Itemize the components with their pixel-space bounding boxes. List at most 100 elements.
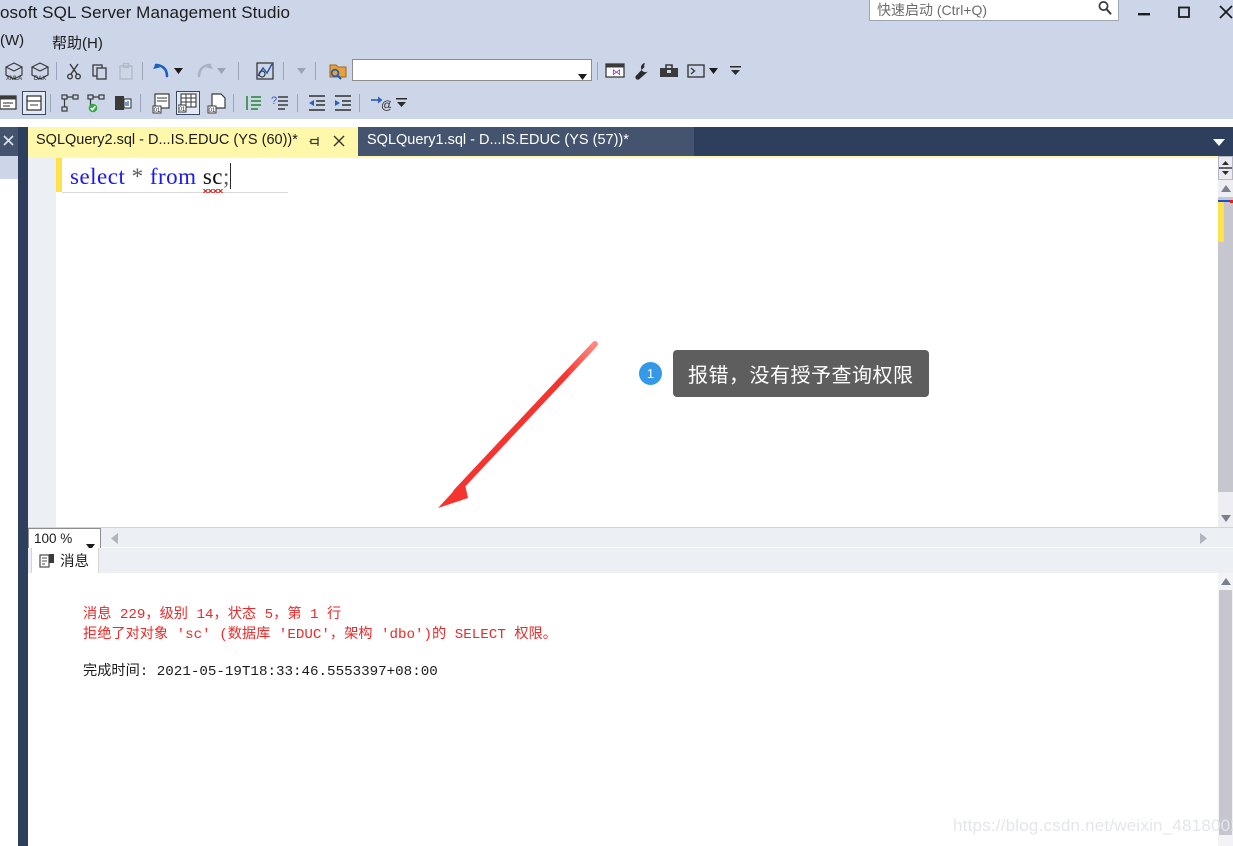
console-icon[interactable] — [684, 59, 708, 83]
zoom-level-value: 100 % — [34, 531, 73, 546]
comment-icon[interactable] — [241, 91, 265, 115]
display-plan-icon[interactable] — [111, 91, 135, 115]
object-explorer-icon[interactable]: ⋈ — [603, 59, 627, 83]
watermark-text: https://blog.csdn.net/weixin_48180029 — [953, 816, 1233, 835]
tab-sqlquery1[interactable]: SQLQuery1.sql - D...IS.EDUC (YS (57))* — [358, 127, 694, 156]
dax-query-icon[interactable]: DAX — [28, 59, 52, 83]
code-line-underline-left — [62, 192, 70, 193]
copy-icon[interactable] — [88, 59, 112, 83]
quick-launch-placeholder: 快速启动 (Ctrl+Q) — [877, 2, 988, 18]
code-line-underline — [70, 192, 288, 193]
results-to-text-icon[interactable] — [0, 91, 21, 115]
paste-icon — [114, 59, 138, 83]
menu-window[interactable]: (W) — [0, 32, 24, 49]
sql-keyword-from: from — [149, 164, 197, 189]
file-results-icon[interactable]: 01 — [205, 91, 229, 115]
svg-text:DAX: DAX — [34, 76, 46, 82]
results-tab-bar — [28, 548, 1233, 573]
maximize-button[interactable] — [1166, 0, 1202, 24]
menu-bar: (W) 帮助(H) — [0, 28, 1233, 55]
quick-launch-input[interactable]: 快速启动 (Ctrl+Q) — [869, 0, 1119, 21]
window-title: osoft SQL Server Management Studio — [0, 3, 291, 22]
toolbar-separator — [597, 62, 598, 80]
minimize-button[interactable] — [1126, 0, 1162, 24]
editor-split-handle[interactable] — [1218, 156, 1233, 180]
svg-text:?: ? — [271, 95, 277, 107]
results-to-grid-icon[interactable] — [22, 91, 46, 115]
left-dock-close-icon[interactable] — [0, 131, 16, 149]
xmla-query-icon[interactable]: XMLA — [2, 59, 26, 83]
svg-text:⋈: ⋈ — [612, 67, 621, 77]
tab-close-icon[interactable] — [331, 132, 347, 150]
editor-text-area[interactable]: select * from sc; — [62, 158, 1218, 527]
toolbar-secondary: 01 01 01 ? — [0, 87, 1233, 119]
undo-icon[interactable] — [150, 59, 174, 83]
svg-text:01: 01 — [154, 108, 161, 114]
tab-sqlquery1-label: SQLQuery1.sql - D...IS.EDUC (YS (57))* — [367, 132, 629, 148]
redo-icon — [192, 59, 216, 83]
close-button[interactable] — [1208, 0, 1233, 24]
left-dock-strip[interactable] — [18, 127, 28, 846]
pin-icon[interactable] — [307, 133, 323, 150]
results-vertical-scrollbar[interactable] — [1218, 573, 1233, 846]
scroll-up-icon[interactable] — [1218, 573, 1233, 589]
sql-semicolon: ; — [223, 164, 230, 189]
goto-icon[interactable]: @ — [368, 91, 392, 115]
toolbar-overflow-icon[interactable] — [396, 95, 407, 111]
svg-text:01: 01 — [179, 107, 186, 113]
toolbar-separator — [142, 62, 143, 80]
svg-text:@: @ — [381, 98, 391, 112]
sql-keyword-select: select — [70, 164, 126, 189]
chevron-down-icon[interactable] — [578, 67, 587, 85]
ssms-window: osoft SQL Server Management Studio 快速启动 … — [0, 0, 1233, 846]
decrease-indent-icon[interactable] — [305, 91, 329, 115]
navigate-icon[interactable] — [253, 59, 277, 83]
left-dock-body — [0, 179, 18, 846]
toolbar-separator — [359, 94, 360, 112]
results-to-grid-alt-icon[interactable]: 01 — [150, 91, 174, 115]
sql-identifier-sc: sc — [202, 162, 223, 193]
triangle-right-icon[interactable] — [1196, 531, 1210, 545]
menu-help[interactable]: 帮助(H) — [52, 32, 103, 53]
editor-vertical-scrollbar[interactable] — [1218, 180, 1233, 527]
sql-identifier-text: sc — [202, 164, 223, 189]
grid-results-icon[interactable]: 01 — [176, 91, 200, 115]
error-squiggle-icon — [202, 189, 223, 193]
increase-indent-icon[interactable] — [331, 91, 355, 115]
svg-text:01: 01 — [209, 108, 216, 114]
parse-icon[interactable] — [58, 91, 82, 115]
sql-editor[interactable]: select * from sc; — [28, 156, 1233, 527]
tab-messages-label: 消息 — [60, 554, 89, 570]
find-folder-icon[interactable] — [326, 59, 350, 83]
tab-messages[interactable]: 消息 — [31, 548, 99, 573]
text-caret — [229, 163, 232, 189]
toolbar-combo-input[interactable] — [352, 59, 592, 81]
editor-status-bar: 100 % — [28, 527, 1233, 550]
messages-icon — [38, 552, 55, 569]
sql-star: * — [125, 164, 150, 189]
tab-sqlquery2-label: SQLQuery2.sql - D...IS.EDUC (YS (60))* — [36, 132, 298, 148]
scroll-up-icon[interactable] — [1218, 180, 1233, 197]
triangle-left-icon[interactable] — [108, 531, 122, 545]
results-panel: 消息 消息 229，级别 14，状态 5，第 1 行 拒绝了对对象 'sc' (… — [28, 548, 1233, 846]
cut-icon[interactable] — [62, 59, 86, 83]
editor-tab-strip: SQLQuery2.sql - D...IS.EDUC (YS (60))* S… — [28, 127, 1233, 156]
execute-check-icon[interactable] — [84, 91, 108, 115]
chevron-down-icon[interactable] — [1209, 135, 1229, 149]
wrench-icon[interactable] — [630, 59, 654, 83]
tab-sqlquery2[interactable]: SQLQuery2.sql - D...IS.EDUC (YS (60))* — [28, 127, 358, 156]
uncomment-icon[interactable]: ? — [268, 91, 292, 115]
search-icon — [1097, 0, 1113, 16]
results-scroll-thumb[interactable] — [1219, 590, 1232, 835]
scroll-down-icon[interactable] — [1218, 510, 1233, 527]
messages-text-area[interactable]: 消息 229，级别 14，状态 5，第 1 行 拒绝了对对象 'sc' (数据库… — [28, 573, 1218, 846]
editor-change-marker — [1218, 202, 1224, 242]
toolbox-icon[interactable] — [657, 59, 681, 83]
annotation-badge: 1 — [639, 362, 662, 385]
zoom-level-dropdown[interactable]: 100 % — [28, 528, 101, 550]
message-line-3: 完成时间: 2021-05-19T18:33:46.5553397+08:00 — [83, 664, 438, 680]
toolbar-dropdown-caret — [295, 59, 308, 83]
undo-dropdown-caret[interactable] — [172, 59, 185, 83]
toolbar-overflow-icon[interactable] — [730, 63, 741, 79]
console-dropdown-caret[interactable] — [707, 59, 720, 83]
